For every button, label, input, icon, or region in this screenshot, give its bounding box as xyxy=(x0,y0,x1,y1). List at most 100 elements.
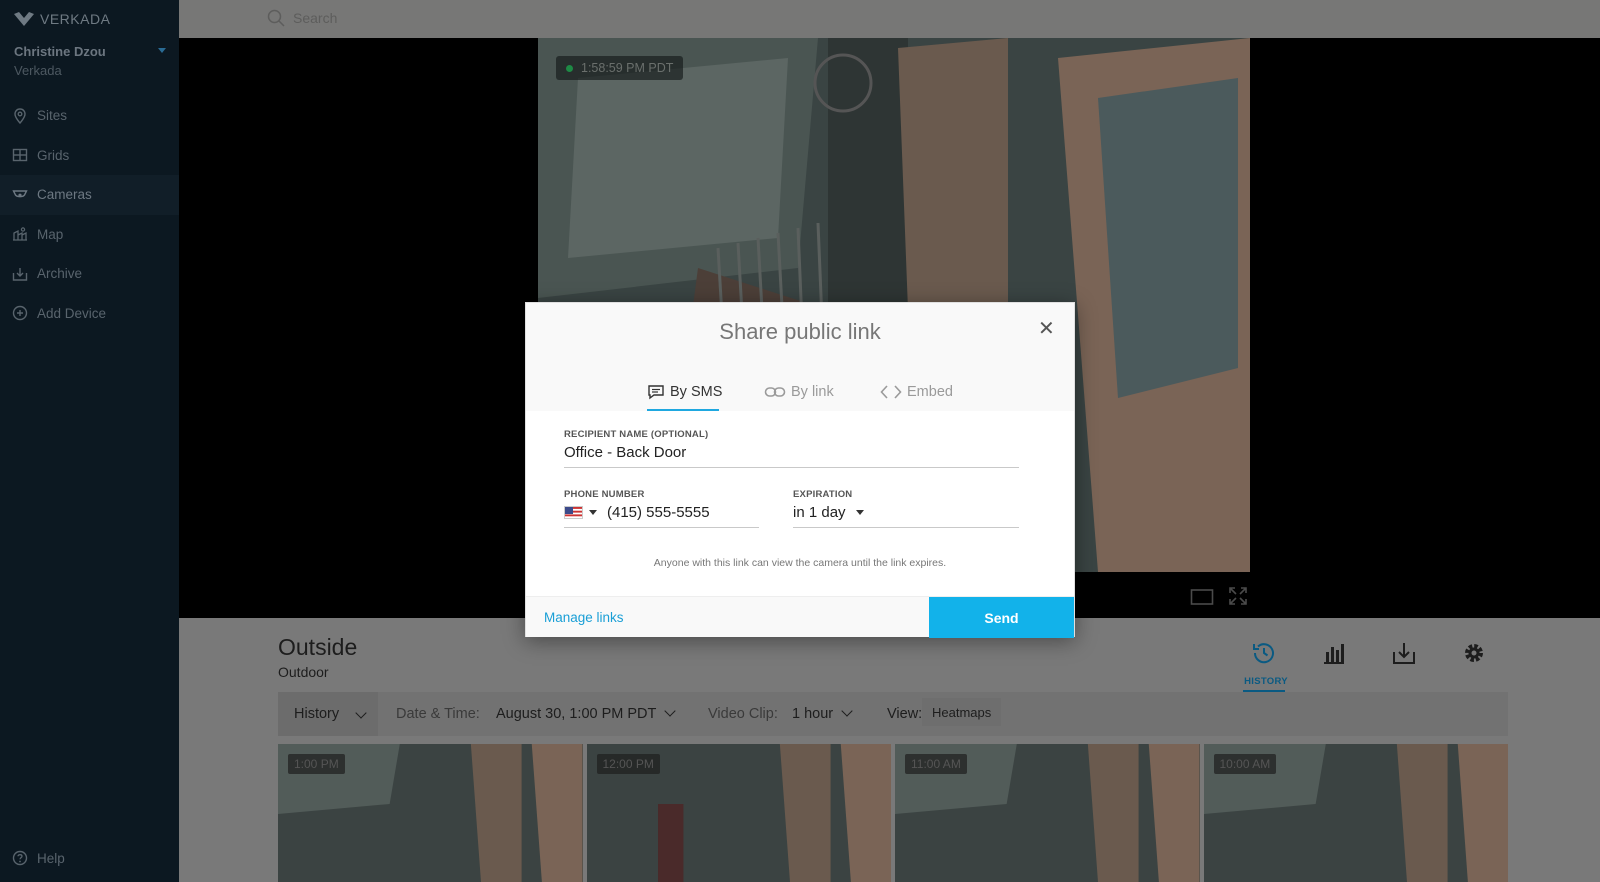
sidebar-item-grids[interactable]: Grids xyxy=(0,136,179,176)
grid-icon xyxy=(12,149,28,162)
recipient-name-field[interactable]: RECIPIENT NAME (OPTIONAL) Office - Back … xyxy=(564,429,1019,468)
history-thumbnail[interactable]: 10:00 AM xyxy=(1203,744,1508,882)
live-timestamp: 1:58:59 PM PDT xyxy=(556,56,684,80)
sidebar: VERKADA Christine Dzou Verkada Sites Gri… xyxy=(0,0,179,882)
bar-chart-icon xyxy=(1324,644,1344,664)
date-time-label: Date & Time: xyxy=(396,706,480,722)
thumbnail-time: 12:00 PM xyxy=(596,754,660,774)
expiration-dropdown[interactable]: EXPIRATION in 1 day xyxy=(793,489,1019,528)
sidebar-item-cameras[interactable]: Cameras xyxy=(0,175,179,215)
sidebar-nav: Sites Grids Cameras Map Archive Add Devi… xyxy=(0,96,179,333)
timestamp-text: 1:58:59 PM PDT xyxy=(581,61,674,75)
history-thumbnail[interactable]: 1:00 PM xyxy=(278,744,583,882)
logo-text: VERKADA xyxy=(40,11,111,27)
caret-down-icon xyxy=(855,510,864,515)
history-tool-button[interactable] xyxy=(1251,640,1281,670)
camera-details-panel: Outside Outdoor HISTORY History Date & T… xyxy=(179,618,1600,882)
tab-label: Embed xyxy=(907,384,953,400)
sidebar-item-label: Cameras xyxy=(37,187,92,203)
date-time-value: August 30, 1:00 PM PDT xyxy=(496,706,657,722)
sidebar-item-add-device[interactable]: Add Device xyxy=(0,294,179,334)
history-filter-bar: History Date & Time: August 30, 1:00 PM … xyxy=(278,692,1508,736)
sidebar-item-label: Map xyxy=(37,226,64,242)
code-icon xyxy=(880,385,902,399)
thumbnail-time: 11:00 AM xyxy=(905,754,967,774)
settings-tool-button[interactable] xyxy=(1461,640,1491,670)
history-thumbnail[interactable]: 12:00 PM xyxy=(586,744,891,882)
theater-mode-icon[interactable] xyxy=(1190,588,1214,606)
history-dropdown-label: History xyxy=(294,706,340,722)
heatmaps-toggle[interactable]: Heatmaps xyxy=(922,698,1002,726)
modal-title: Share public link xyxy=(719,319,881,344)
help-label: Help xyxy=(37,850,65,866)
fullscreen-icon[interactable] xyxy=(1228,586,1248,606)
top-bar: Search xyxy=(179,0,1600,38)
camera-subtitle: Outdoor xyxy=(278,664,329,680)
country-caret-icon[interactable] xyxy=(589,510,597,515)
verkada-logo[interactable]: VERKADA xyxy=(14,10,110,28)
search-placeholder: Search xyxy=(293,10,338,26)
video-clip-value: 1 hour xyxy=(792,706,834,722)
user-name: Christine Dzou xyxy=(14,44,106,59)
video-clip-label: Video Clip: xyxy=(708,706,778,722)
tab-embed[interactable]: Embed xyxy=(880,373,953,411)
send-button[interactable]: Send xyxy=(929,597,1074,638)
sidebar-item-label: Archive xyxy=(37,266,83,282)
message-icon xyxy=(648,385,664,400)
add-circle-icon xyxy=(12,306,28,321)
user-menu[interactable]: Christine Dzou Verkada xyxy=(14,44,174,78)
sidebar-item-map[interactable]: Map xyxy=(0,215,179,255)
manage-links-link[interactable]: Manage links xyxy=(544,610,624,625)
sidebar-item-label: Add Device xyxy=(37,305,107,321)
share-link-modal: Share public link ✕ By SMS By link Embed… xyxy=(525,302,1075,638)
analytics-tool-button[interactable] xyxy=(1321,640,1351,670)
view-label: View: xyxy=(887,706,923,722)
sidebar-item-label: Sites xyxy=(37,108,68,124)
sidebar-item-label: Grids xyxy=(37,147,70,163)
verkada-logo-icon xyxy=(14,12,34,26)
tab-by-sms[interactable]: By SMS xyxy=(647,373,722,411)
history-thumbnail[interactable]: 11:00 AM xyxy=(895,744,1200,882)
history-icon xyxy=(1253,643,1274,664)
search-input[interactable]: Search xyxy=(267,9,337,27)
expiration-value: in 1 day xyxy=(793,504,846,521)
us-flag-icon[interactable] xyxy=(564,506,583,519)
download-icon xyxy=(1393,643,1415,664)
sidebar-item-sites[interactable]: Sites xyxy=(0,96,179,136)
camera-icon xyxy=(12,190,28,198)
user-org: Verkada xyxy=(14,63,62,78)
recipient-name-value[interactable]: Office - Back Door xyxy=(564,444,686,461)
thumbnail-time: 10:00 AM xyxy=(1213,754,1277,774)
share-note: Anyone with this link can view the camer… xyxy=(653,557,947,569)
tab-label: By SMS xyxy=(670,384,723,400)
history-tool-label: HISTORY xyxy=(1244,676,1288,687)
expiration-label: EXPIRATION xyxy=(793,489,853,500)
search-icon xyxy=(267,9,285,27)
video-clip-dropdown[interactable]: 1 hour xyxy=(792,705,853,722)
tab-label: By link xyxy=(791,384,834,400)
thumbnail-time: 1:00 PM xyxy=(288,754,345,774)
map-icon xyxy=(13,227,27,241)
download-tool-button[interactable] xyxy=(1391,640,1421,670)
date-time-dropdown[interactable]: August 30, 1:00 PM PDT xyxy=(496,705,677,722)
chevron-down-icon xyxy=(841,705,853,717)
sidebar-item-archive[interactable]: Archive xyxy=(0,254,179,294)
modal-footer: Manage links Send xyxy=(526,596,1074,638)
gear-icon xyxy=(1465,644,1483,662)
location-pin-icon xyxy=(14,108,26,124)
archive-icon xyxy=(12,267,28,281)
sidebar-item-help[interactable]: Help xyxy=(12,850,65,866)
phone-number-label: PHONE NUMBER xyxy=(564,489,645,500)
recipient-name-label: RECIPIENT NAME (OPTIONAL) xyxy=(564,429,709,440)
share-tabs: By SMS By link Embed xyxy=(526,373,1074,411)
camera-title: Outside xyxy=(278,634,358,660)
history-dropdown[interactable]: History xyxy=(278,692,378,736)
modal-header: Share public link ✕ By SMS By link Embed xyxy=(526,303,1074,411)
link-icon xyxy=(764,387,786,397)
close-icon[interactable]: ✕ xyxy=(1038,319,1055,339)
phone-number-value[interactable]: (415) 555-5555 xyxy=(607,504,710,521)
caret-down-icon[interactable] xyxy=(158,48,166,53)
phone-number-field[interactable]: PHONE NUMBER (415) 555-5555 xyxy=(564,489,759,528)
active-tab-indicator xyxy=(647,409,719,411)
tab-by-link[interactable]: By link xyxy=(764,373,834,411)
